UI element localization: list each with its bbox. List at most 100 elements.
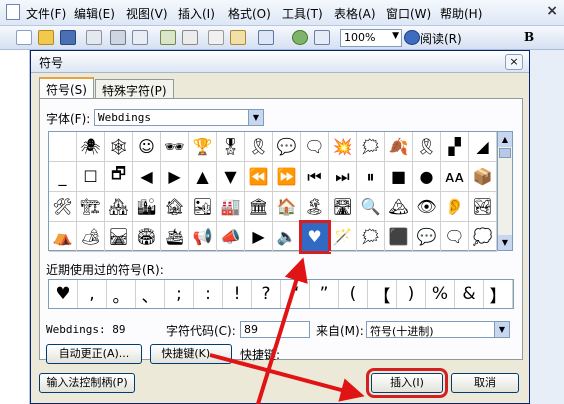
recent-symbol-cell[interactable]: 】: [484, 280, 513, 308]
symbol-cell[interactable]: 🏠: [273, 192, 301, 222]
symbol-cell[interactable]: ▼: [217, 162, 245, 192]
char-code-input[interactable]: 89: [240, 321, 310, 338]
symbol-cell[interactable]: 🗯: [357, 132, 385, 162]
symbol-cell[interactable]: 🕸: [105, 132, 133, 162]
symbol-cell[interactable]: 🎖: [217, 132, 245, 162]
selected-symbol-cell[interactable]: ♥: [299, 220, 331, 254]
permission-icon[interactable]: [86, 30, 102, 45]
symbol-cell[interactable]: ⏮: [301, 162, 329, 192]
menu-file[interactable]: 文件(F): [26, 5, 66, 22]
autocorrect-button[interactable]: 自动更正(A)...: [46, 344, 142, 364]
paste-icon[interactable]: [230, 30, 246, 45]
symbol-cell[interactable]: ⏸: [357, 162, 385, 192]
symbol-cell[interactable]: ⏭: [329, 162, 357, 192]
symbol-cell[interactable]: ☺: [133, 132, 161, 162]
recent-symbol-cell[interactable]: ?: [252, 280, 281, 308]
recent-symbol-cell[interactable]: &: [455, 280, 484, 308]
menu-help[interactable]: 帮助(H): [440, 5, 482, 22]
font-select[interactable]: Webdings ▼: [94, 109, 264, 126]
symbol-cell[interactable]: 🏟: [133, 222, 161, 252]
symbol-cell[interactable]: [49, 132, 77, 162]
symbol-cell[interactable]: 💭: [469, 222, 497, 252]
symbol-cell[interactable]: 🏜: [189, 192, 217, 222]
symbol-cell[interactable]: 🏛: [245, 192, 273, 222]
print-preview-icon[interactable]: [132, 30, 148, 45]
symbol-cell[interactable]: 🏚: [161, 192, 189, 222]
recent-symbol-cell[interactable]: 、: [136, 280, 165, 308]
symbol-cell[interactable]: 💬: [273, 132, 301, 162]
shortcut-key-button[interactable]: 快捷键(K)...: [150, 344, 232, 364]
symbol-cell[interactable]: 📣: [217, 222, 245, 252]
symbol-cell[interactable]: 🕶: [161, 132, 189, 162]
symbol-cell[interactable]: ▶: [161, 162, 189, 192]
symbol-cell[interactable]: 👂: [441, 192, 469, 222]
symbol-cell[interactable]: 🔈: [273, 222, 301, 252]
insert-button[interactable]: 插入(I): [366, 368, 448, 398]
symbol-cell[interactable]: ⬛: [385, 222, 413, 252]
tab-special-characters[interactable]: 特殊字符(P): [95, 79, 174, 99]
symbol-cell[interactable]: 🏆: [189, 132, 217, 162]
read-mode-button[interactable]: 阅读(R): [420, 30, 462, 47]
symbol-cell[interactable]: 🪄: [329, 222, 357, 252]
spelling-icon[interactable]: [160, 30, 176, 45]
symbol-cell[interactable]: 🛣: [329, 192, 357, 222]
save-icon[interactable]: [60, 30, 76, 45]
cancel-button[interactable]: 取消: [451, 373, 519, 393]
bold-button[interactable]: B: [524, 30, 534, 44]
symbol-cell[interactable]: ◢: [469, 132, 497, 162]
recent-symbol-cell[interactable]: (: [339, 280, 368, 308]
symbol-cell[interactable]: ᴀᴀ: [441, 162, 469, 192]
symbol-cell[interactable]: 🗨: [441, 222, 469, 252]
menu-edit[interactable]: 编辑(E): [74, 5, 115, 22]
symbol-cell[interactable]: 🔍: [357, 192, 385, 222]
recent-symbol-cell[interactable]: 【: [368, 280, 397, 308]
symbol-cell[interactable]: 🏕: [77, 222, 105, 252]
document-close-icon[interactable]: ×: [546, 3, 558, 19]
symbol-cell[interactable]: 🏙: [133, 192, 161, 222]
symbol-cell[interactable]: 🛤: [105, 222, 133, 252]
symbol-cell[interactable]: 🗗: [105, 162, 133, 192]
menu-view[interactable]: 视图(V): [126, 5, 168, 22]
print-icon[interactable]: [110, 30, 126, 45]
menu-format[interactable]: 格式(O): [228, 5, 271, 22]
symbol-cell[interactable]: ⛺: [49, 222, 77, 252]
symbol-cell[interactable]: 🗨: [301, 132, 329, 162]
symbol-cell[interactable]: 🏞: [469, 192, 497, 222]
recent-symbol-cell[interactable]: ,: [78, 280, 107, 308]
symbol-cell[interactable]: 🗯: [357, 222, 385, 252]
menu-tools[interactable]: 工具(T): [282, 5, 323, 22]
symbol-cell[interactable]: ⏩: [273, 162, 301, 192]
symbol-cell[interactable]: ●: [413, 162, 441, 192]
symbol-cell[interactable]: ▶: [245, 222, 273, 252]
symbol-cell[interactable]: 🏝: [301, 192, 329, 222]
recent-symbol-cell[interactable]: ”: [310, 280, 339, 308]
symbol-cell[interactable]: ▞: [441, 132, 469, 162]
hyperlink-icon[interactable]: [292, 30, 308, 45]
symbol-cell[interactable]: 👁: [413, 192, 441, 222]
from-select[interactable]: 符号(十进制) ▼: [366, 321, 510, 338]
scroll-down-icon[interactable]: ▼: [498, 235, 512, 250]
symbol-cell[interactable]: 🏘: [105, 192, 133, 222]
recent-symbol-cell[interactable]: ;: [165, 280, 194, 308]
symbol-cell[interactable]: 📦: [469, 162, 497, 192]
symbol-cell[interactable]: 🎗: [413, 132, 441, 162]
dialog-close-button[interactable]: ×: [505, 54, 523, 70]
symbol-cell[interactable]: ☐: [77, 162, 105, 192]
symbol-cell[interactable]: ⏪: [245, 162, 273, 192]
menu-window[interactable]: 窗口(W): [386, 5, 431, 22]
new-document-icon[interactable]: [16, 30, 32, 45]
symbol-cell[interactable]: 💬: [413, 222, 441, 252]
recent-symbol-cell[interactable]: !: [223, 280, 252, 308]
symbol-cell[interactable]: 🏔: [385, 192, 413, 222]
symbol-cell[interactable]: 🛠: [49, 192, 77, 222]
tables-borders-icon[interactable]: [314, 30, 330, 45]
symbol-cell[interactable]: 📢: [189, 222, 217, 252]
scroll-thumb[interactable]: [499, 148, 511, 158]
symbol-cell[interactable]: 🛳: [161, 222, 189, 252]
recent-symbol-cell[interactable]: :: [194, 280, 223, 308]
help-icon[interactable]: [404, 30, 420, 45]
symbol-grid-scrollbar[interactable]: ▲ ▼: [498, 131, 513, 251]
symbol-cell[interactable]: ▲: [189, 162, 217, 192]
recent-symbol-cell[interactable]: ♥: [49, 280, 78, 308]
menu-insert[interactable]: 插入(I): [178, 5, 215, 22]
